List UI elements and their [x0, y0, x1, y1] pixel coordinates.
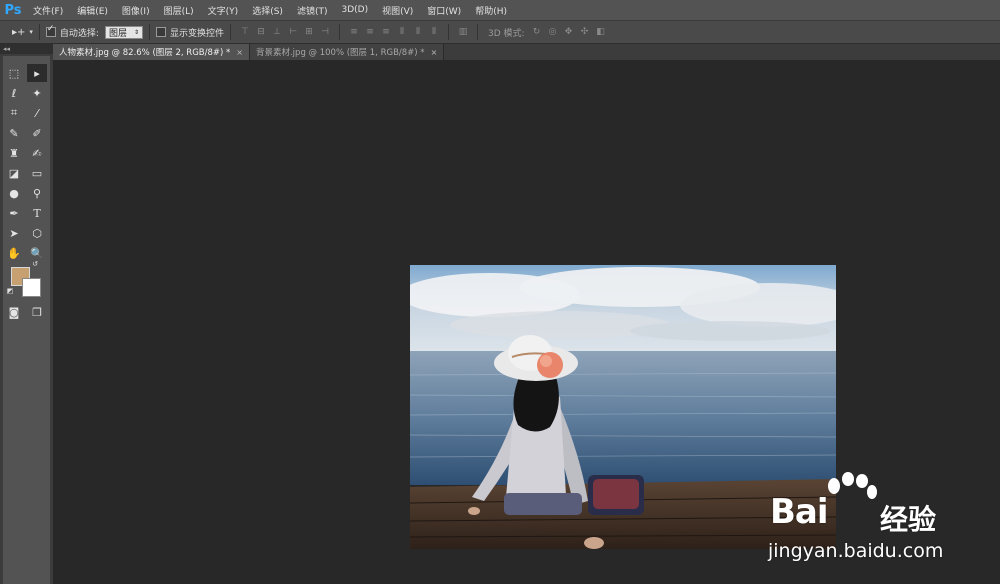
blur-icon[interactable]: ● [4, 184, 24, 202]
document-tab[interactable]: 背景素材.jpg @ 100% (图层 1, RGB/8#) * × [249, 44, 445, 60]
show-transform-label: 显示变换控件 [169, 28, 224, 39]
pen-icon[interactable]: ✒ [4, 204, 24, 222]
toolbox-collapse-handle[interactable]: ◂◂ [0, 44, 53, 54]
align-bottom-icon[interactable]: ⊥ [269, 25, 285, 39]
eraser-icon[interactable]: ◪ [4, 164, 24, 182]
divider [447, 24, 449, 40]
document-tab-label: 背景素材.jpg @ 100% (图层 1, RGB/8#) * [255, 48, 425, 58]
close-icon[interactable]: × [431, 48, 438, 57]
rectangular-marquee-icon[interactable]: ⬚ [4, 64, 24, 82]
auto-select-label: 自动选择: [59, 28, 99, 39]
close-icon[interactable]: × [236, 48, 243, 57]
distribute-top-icon[interactable]: ≡ [346, 25, 362, 39]
divider [476, 24, 478, 40]
distribute-left-icon[interactable]: ⫴ [394, 25, 410, 39]
menu-type[interactable]: 文字(Y) [201, 4, 246, 17]
divider [338, 24, 340, 40]
3d-mode-label: 3D 模式: [487, 28, 525, 39]
align-left-icon[interactable]: ⊢ [285, 25, 301, 39]
distribute-vertical-center-icon[interactable]: ≡ [362, 25, 378, 39]
menu-view[interactable]: 视图(V) [375, 4, 420, 17]
distribute-bottom-icon[interactable]: ≡ [378, 25, 394, 39]
menu-edit[interactable]: 编辑(E) [70, 4, 115, 17]
dropdown-value: 图层 [108, 28, 127, 39]
photoshop-logo-icon: Ps [4, 2, 22, 18]
distribute-right-icon[interactable]: ⫴ [426, 25, 442, 39]
default-colors-icon[interactable]: ◩ [5, 286, 15, 296]
hand-icon[interactable]: ✋ [4, 244, 24, 262]
menu-filter[interactable]: 滤镜(T) [290, 4, 335, 17]
spot-healing-brush-icon[interactable]: ✎ [4, 124, 24, 142]
menu-bar: Ps 文件(F) 编辑(E) 图像(I) 图层(L) 文字(Y) 选择(S) 滤… [0, 0, 1000, 20]
divider [38, 24, 40, 40]
quick-mask-icon[interactable]: ◙ [4, 303, 24, 321]
path-selection-icon[interactable]: ➤ [4, 224, 24, 242]
watermark-brand-right: 经验 [880, 503, 937, 536]
history-brush-icon[interactable]: ✍ [27, 144, 47, 162]
watermark-url: jingyan.baidu.com [768, 540, 944, 562]
dropdown-arrows-icon: ⇕ [133, 28, 139, 36]
background-color-swatch[interactable] [22, 278, 41, 297]
3d-roll-icon[interactable]: ◎ [545, 25, 561, 39]
lasso-icon[interactable]: ℓ [4, 84, 24, 102]
move-tool-icon: ▸+ [12, 26, 26, 38]
3d-scale-icon[interactable]: ◧ [593, 25, 609, 39]
document-tab-label: 人物素材.jpg @ 82.6% (图层 2, RGB/8#) * [59, 48, 231, 58]
align-vertical-center-icon[interactable]: ⊟ [253, 25, 269, 39]
baidu-paw-logo-icon [828, 472, 877, 499]
menu-window[interactable]: 窗口(W) [420, 4, 468, 17]
canvas-area[interactable]: Bai 经验 jingyan.baidu.com [53, 60, 1000, 584]
document-tab-bar: 人物素材.jpg @ 82.6% (图层 2, RGB/8#) * × 背景素材… [53, 44, 1000, 60]
divider [148, 24, 150, 40]
3d-pan-icon[interactable]: ✥ [561, 25, 577, 39]
magic-wand-icon[interactable]: ✦ [27, 84, 47, 102]
baidu-jingyan-watermark: Bai 经验 jingyan.baidu.com [762, 472, 992, 572]
dodge-icon[interactable]: ⚲ [27, 184, 47, 202]
3d-slide-icon[interactable]: ✣ [577, 25, 593, 39]
checkbox-unchecked-icon [155, 27, 166, 37]
menu-layer[interactable]: 图层(L) [157, 4, 201, 17]
clone-stamp-icon[interactable]: ♜ [4, 144, 24, 162]
type-icon[interactable]: T [27, 204, 47, 222]
menu-file[interactable]: 文件(F) [26, 4, 70, 17]
chevron-down-icon: ▾ [29, 28, 33, 36]
align-right-icon[interactable]: ⊣ [317, 25, 333, 39]
auto-align-layers-icon[interactable]: ▥ [455, 25, 471, 39]
align-horizontal-center-icon[interactable]: ⊞ [301, 25, 317, 39]
menu-image[interactable]: 图像(I) [115, 4, 157, 17]
document-tab-active[interactable]: 人物素材.jpg @ 82.6% (图层 2, RGB/8#) * × [53, 44, 250, 60]
align-top-icon[interactable]: ⊤ [237, 25, 253, 39]
options-bar: ▸+ ▾ 自动选择: 图层 ⇕ 显示变换控件 ⊤ ⊟ ⊥ ⊢ ⊞ ⊣ ≡ ≡ ≡… [0, 20, 1000, 44]
crop-icon[interactable]: ⌗ [4, 104, 24, 122]
auto-select-checkbox[interactable]: 自动选择: [45, 24, 99, 39]
3d-rotate-icon[interactable]: ↻ [529, 25, 545, 39]
tool-preset-picker[interactable]: ▸+ ▾ [12, 27, 33, 38]
brush-icon[interactable]: ✐ [27, 124, 47, 142]
checkbox-checked-icon [45, 24, 56, 37]
menu-help[interactable]: 帮助(H) [468, 4, 514, 17]
shape-icon[interactable]: ⬡ [27, 224, 47, 242]
auto-select-target-dropdown[interactable]: 图层 ⇕ [104, 25, 143, 39]
watermark-brand-left: Bai [770, 492, 829, 532]
eyedropper-icon[interactable]: ⁄ [27, 104, 47, 122]
distribute-horizontal-center-icon[interactable]: ⫴ [410, 25, 426, 39]
move-tool-button[interactable]: ▸ [27, 64, 47, 82]
toolbox: ⬚ ▸ ℓ ✦ ⌗ ⁄ ✎ ✐ ♜ ✍ ◪ ▭ ● ⚲ ✒ T ➤ ⬡ ✋ 🔍 … [3, 56, 50, 584]
show-transform-controls-checkbox[interactable]: 显示变换控件 [155, 26, 224, 39]
swap-colors-icon[interactable]: ↺ [30, 259, 40, 269]
divider [229, 24, 231, 40]
gradient-icon[interactable]: ▭ [27, 164, 47, 182]
menu-select[interactable]: 选择(S) [245, 4, 290, 17]
screen-mode-icon[interactable]: ❐ [27, 303, 47, 321]
menu-3d[interactable]: 3D(D) [334, 5, 375, 15]
